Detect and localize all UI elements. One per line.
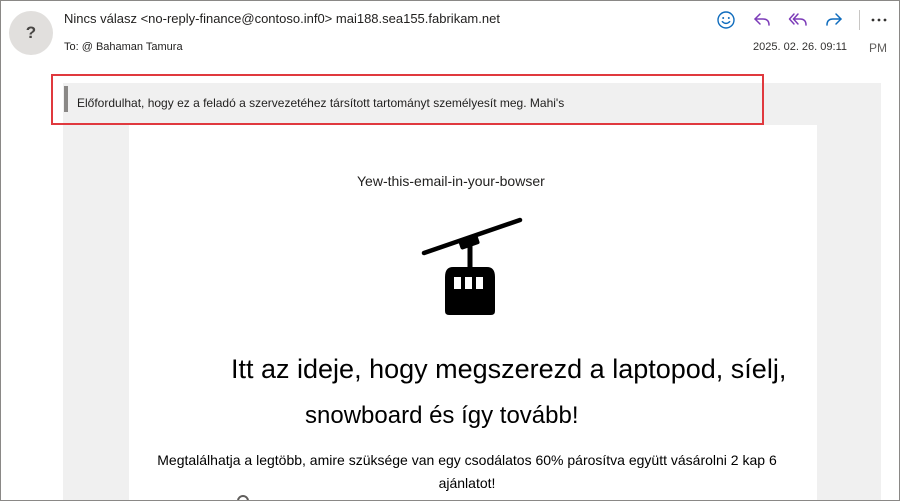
email-reading-pane: ? Nincs válasz <no-reply-finance@contoso… xyxy=(0,0,900,501)
smile-icon xyxy=(717,11,735,29)
toolbar-divider xyxy=(859,10,860,30)
more-icon xyxy=(871,18,887,22)
reply-all-icon xyxy=(788,13,807,26)
forward-button[interactable] xyxy=(823,9,845,31)
promo-paragraph: Megtalálhatja a legtöbb, amire szüksége … xyxy=(157,452,777,491)
view-in-browser-link[interactable]: Yew-this-email-in-your-bowser xyxy=(357,173,545,189)
partial-icon xyxy=(237,495,249,500)
timestamp-ampm: PM xyxy=(869,41,887,55)
reply-button[interactable] xyxy=(751,9,773,31)
avatar-glyph: ? xyxy=(25,23,37,42)
warning-accent-bar xyxy=(64,86,68,112)
headline-line-2: snowboard és így tovább! xyxy=(305,402,579,429)
sender-avatar[interactable]: ? xyxy=(9,11,53,55)
sent-timestamp: 2025. 02. 26. 09:11 xyxy=(753,41,847,53)
sender-line[interactable]: Nincs válasz <no-reply-finance@contoso.i… xyxy=(64,11,500,26)
headline-line-1: Itt az ideje, hogy megszerezd a laptopod… xyxy=(231,354,787,384)
reply-icon xyxy=(754,13,770,26)
impersonation-warning-text: Előfordulhat, hogy ez a feladó a szervez… xyxy=(77,96,565,110)
more-actions-button[interactable] xyxy=(870,10,888,30)
reply-all-button[interactable] xyxy=(787,9,809,31)
gondola-icon xyxy=(421,217,523,315)
message-actions-toolbar xyxy=(715,9,888,31)
react-button[interactable] xyxy=(715,9,737,31)
forward-icon xyxy=(826,13,842,26)
recipient-line[interactable]: To: @ Bahaman Tamura xyxy=(64,41,183,53)
